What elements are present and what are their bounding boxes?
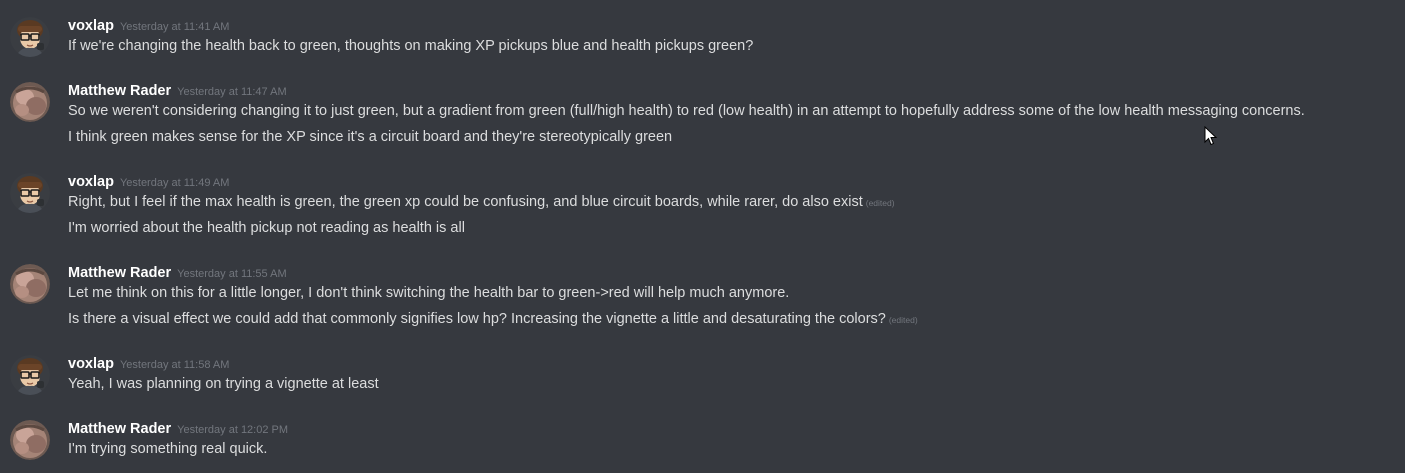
message-content: Let me think on this for a little longer… — [68, 285, 790, 301]
edited-label: (edited) — [865, 198, 895, 208]
message-content: I'm trying something real quick. — [68, 441, 268, 457]
message-header: voxlap Yesterday at 11:58 AM — [68, 355, 229, 373]
username[interactable]: voxlap — [68, 18, 114, 34]
avatar[interactable] — [10, 17, 50, 57]
edited-label: (edited) — [888, 315, 918, 325]
message-header: Matthew Rader Yesterday at 12:02 PM — [68, 420, 288, 438]
message-text: Let me think on this for a little longer… — [68, 285, 792, 301]
voxlap-avatar-icon — [10, 355, 50, 395]
username[interactable]: voxlap — [68, 174, 114, 190]
message-content: Yeah, I was planning on trying a vignett… — [68, 376, 379, 392]
username[interactable]: voxlap — [68, 356, 114, 372]
message-text: So we weren't considering changing it to… — [68, 103, 1308, 119]
username[interactable]: Matthew Rader — [68, 265, 171, 281]
timestamp: Yesterday at 11:47 AM — [177, 86, 287, 98]
avatar[interactable] — [10, 355, 50, 395]
mouse-cursor-icon — [1204, 126, 1218, 146]
message-header: voxlap Yesterday at 11:49 AM — [68, 173, 229, 191]
message-text: If we're changing the health back to gre… — [68, 38, 756, 54]
avatar[interactable] — [10, 82, 50, 122]
message-content: Right, but I feel if the max health is g… — [68, 194, 863, 210]
avatar[interactable] — [10, 173, 50, 213]
message-text: I'm trying something real quick. — [68, 441, 270, 457]
message-content: If we're changing the health back to gre… — [68, 38, 754, 54]
timestamp: Yesterday at 11:49 AM — [119, 177, 230, 189]
message-content: So we weren't considering changing it to… — [68, 103, 1305, 119]
message-content: Is there a visual effect we could add th… — [68, 311, 886, 327]
message-text: Yeah, I was planning on trying a vignett… — [68, 376, 382, 392]
message-text: Is there a visual effect we could add th… — [68, 311, 918, 327]
username[interactable]: Matthew Rader — [68, 421, 171, 437]
avatar[interactable] — [10, 420, 50, 460]
username[interactable]: Matthew Rader — [68, 83, 171, 99]
message-header: voxlap Yesterday at 11:41 AM — [68, 17, 229, 35]
message-text: I think green makes sense for the XP sin… — [68, 129, 675, 145]
message-content: I think green makes sense for the XP sin… — [68, 129, 673, 145]
message-header: Matthew Rader Yesterday at 11:47 AM — [68, 82, 287, 100]
message-text: I'm worried about the health pickup not … — [68, 220, 468, 236]
matthew-rader-avatar-icon — [10, 264, 50, 304]
timestamp: Yesterday at 11:41 AM — [119, 21, 230, 33]
timestamp: Yesterday at 11:58 AM — [119, 359, 230, 371]
avatar[interactable] — [10, 264, 50, 304]
voxlap-avatar-icon — [10, 173, 50, 213]
chat-messages: voxlap Yesterday at 11:41 AM If we're cha… — [0, 0, 1405, 473]
matthew-rader-avatar-icon — [10, 82, 50, 122]
message-text: Right, but I feel if the max health is g… — [68, 194, 895, 210]
timestamp: Yesterday at 11:55 AM — [177, 268, 287, 280]
matthew-rader-avatar-icon — [10, 420, 50, 460]
timestamp: Yesterday at 12:02 PM — [177, 424, 289, 436]
message-header: Matthew Rader Yesterday at 11:55 AM — [68, 264, 287, 282]
message-content: I'm worried about the health pickup not … — [68, 220, 465, 236]
voxlap-avatar-icon — [10, 17, 50, 57]
